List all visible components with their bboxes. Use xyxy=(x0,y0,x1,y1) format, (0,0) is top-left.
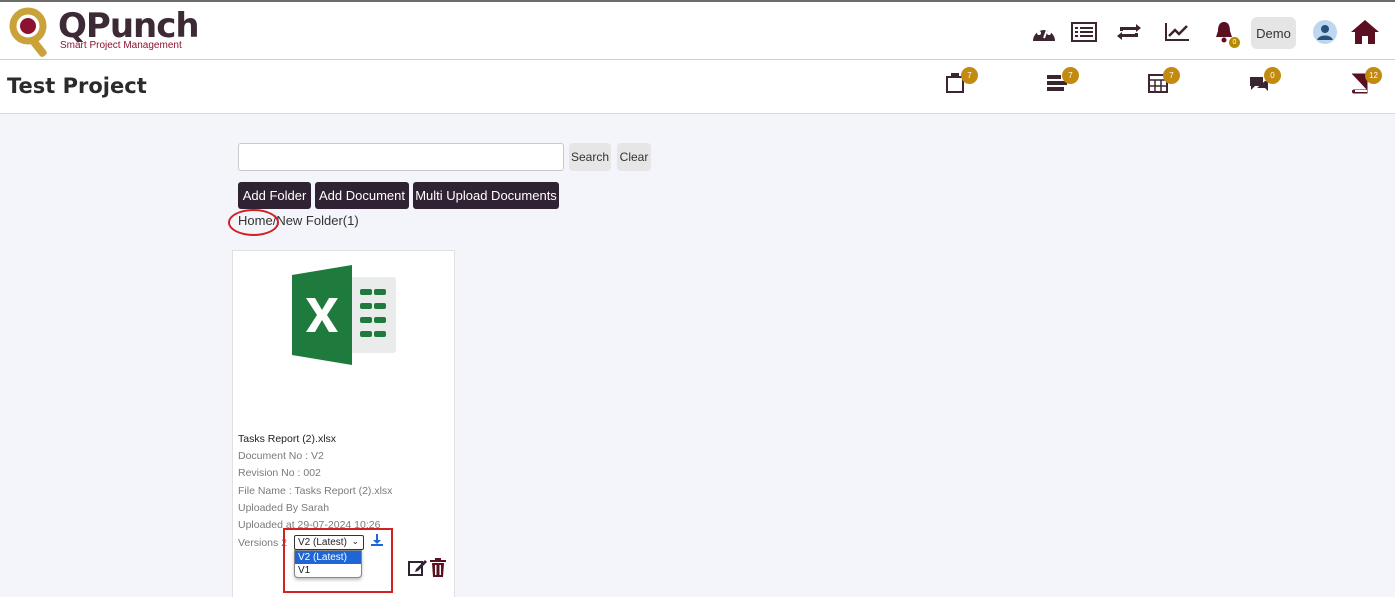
page-title: Test Project xyxy=(7,74,147,98)
user-menu-button[interactable]: Demo xyxy=(1251,17,1296,49)
versions-label: Versions 2 xyxy=(238,537,288,549)
calendar-badge: 7 xyxy=(1163,67,1180,84)
logo[interactable]: QPunch Smart Project Management xyxy=(8,6,200,60)
project-bar: Test Project 7 7 7 0 12 xyxy=(0,60,1395,114)
list-icon[interactable] xyxy=(1070,18,1098,46)
uploaded-by: Uploaded By Sarah xyxy=(238,502,330,514)
document-title: Tasks Report (2).xlsx xyxy=(238,433,337,445)
calendar-icon[interactable]: 7 xyxy=(1147,67,1180,96)
book-badge: 12 xyxy=(1365,67,1382,84)
add-document-button[interactable]: Add Document xyxy=(315,182,409,209)
sync-icon[interactable] xyxy=(1115,18,1143,46)
chart-line-icon[interactable] xyxy=(1163,18,1191,46)
annotation-circle xyxy=(228,209,279,236)
breadcrumb-current[interactable]: New Folder(1) xyxy=(276,213,358,228)
annotation-box xyxy=(283,528,393,593)
brand-tagline: Smart Project Management xyxy=(60,40,182,51)
chat-icon[interactable]: 0 xyxy=(1248,67,1281,96)
document-badge: 7 xyxy=(961,67,978,84)
edit-icon[interactable] xyxy=(408,558,428,576)
search-button[interactable]: Search xyxy=(569,143,611,171)
tasks-icon[interactable]: 7 xyxy=(1046,67,1079,96)
add-folder-button[interactable]: Add Folder xyxy=(238,182,311,209)
document-number: Document No : V2 xyxy=(238,450,324,462)
tasks-badge: 7 xyxy=(1062,67,1079,84)
search-input[interactable] xyxy=(238,143,564,171)
top-header: QPunch Smart Project Management 0 Demo xyxy=(0,0,1395,60)
dashboard-icon[interactable] xyxy=(1030,18,1058,46)
document-icon[interactable]: 7 xyxy=(945,67,978,96)
home-icon[interactable] xyxy=(1350,18,1380,46)
multi-upload-button[interactable]: Multi Upload Documents xyxy=(413,182,559,209)
avatar[interactable] xyxy=(1311,18,1339,46)
chat-badge: 0 xyxy=(1264,67,1281,84)
notification-badge: 0 xyxy=(1229,37,1240,48)
bell-icon[interactable]: 0 xyxy=(1210,18,1240,48)
revision-number: Revision No : 002 xyxy=(238,467,321,479)
logo-magnifier-icon xyxy=(9,7,47,57)
clear-button[interactable]: Clear xyxy=(617,143,651,171)
excel-icon[interactable] xyxy=(290,265,398,365)
trash-icon[interactable] xyxy=(430,558,446,577)
file-name: File Name : Tasks Report (2).xlsx xyxy=(238,485,393,497)
book-icon[interactable]: 12 xyxy=(1349,67,1382,96)
